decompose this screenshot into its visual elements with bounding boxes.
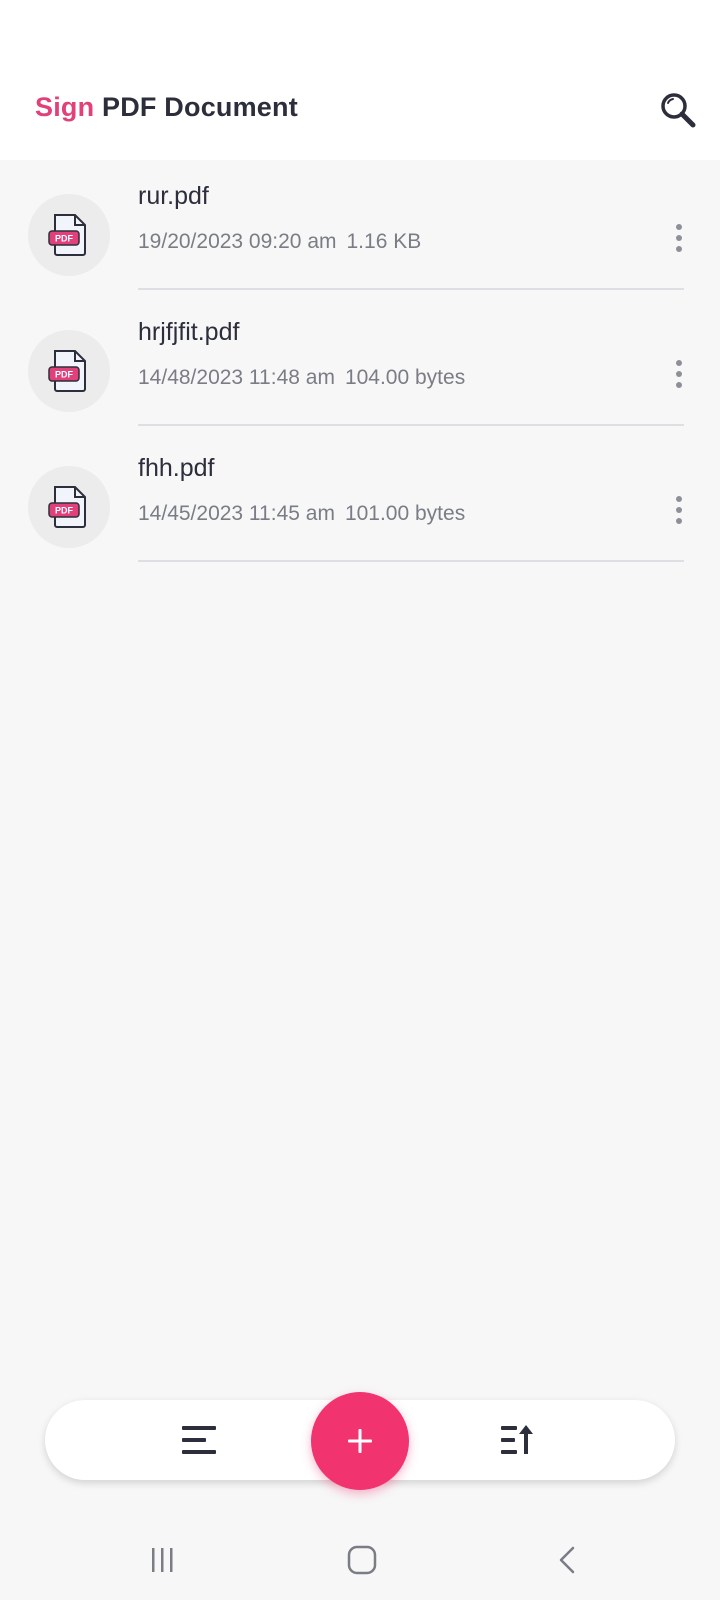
back-icon [559,1546,575,1574]
file-name: fhh.pdf [138,454,215,482]
app-header: Sign PDF Document [0,0,720,160]
more-vert-icon [676,360,682,366]
file-date: 19/20/2023 09:20 am [138,230,337,253]
file-thumbnail: PDF [28,194,110,276]
file-row[interactable]: PDF rur.pdf 19/20/2023 09:20 am 1.16 KB [0,160,720,296]
search-icon [661,93,696,128]
file-date: 14/48/2023 11:48 am [138,366,335,389]
menu-lines-icon [182,1426,216,1454]
divider [138,288,684,290]
file-size: 104.00 bytes [344,366,466,389]
file-name: rur.pdf [138,182,209,210]
file-date: 14/45/2023 11:45 am [138,502,335,525]
search-button[interactable] [656,88,700,132]
app-title-accent: Sign [35,92,95,122]
file-list: PDF rur.pdf 19/20/2023 09:20 am 1.16 KB P… [0,160,720,568]
divider [138,560,684,562]
app-title-rest: PDF Document [94,92,298,122]
file-name: hrjfjfit.pdf [138,318,240,346]
file-row[interactable]: PDF fhh.pdf 14/45/2023 11:45 am 101.00 by… [0,432,720,568]
file-thumbnail: PDF [28,330,110,412]
recent-apps-button[interactable] [142,1540,182,1580]
file-thumbnail: PDF [28,466,110,548]
home-button[interactable] [342,1540,382,1580]
add-document-button[interactable] [311,1392,409,1490]
more-options-button[interactable] [662,354,696,394]
home-icon [347,1545,377,1575]
sort-icon [501,1425,533,1454]
pdf-file-icon: PDF [48,486,86,528]
more-vert-icon [676,224,682,230]
plus-icon [348,1429,372,1453]
file-size: 101.00 bytes [344,502,466,525]
menu-button[interactable] [177,1419,221,1461]
more-vert-icon [676,496,682,502]
file-row[interactable]: PDF hrjfjfit.pdf 14/48/2023 11:48 am 104.… [0,296,720,432]
file-size: 1.16 KB [346,230,422,253]
more-options-button[interactable] [662,218,696,258]
recent-apps-icon [152,1548,173,1572]
divider [138,424,684,426]
file-meta: 14/45/2023 11:45 am 101.00 bytes [138,502,465,526]
pdf-label: PDF [55,506,74,516]
pdf-label: PDF [55,370,74,380]
app-title: Sign PDF Document [35,92,298,123]
back-button[interactable] [548,1540,588,1580]
file-meta: 19/20/2023 09:20 am 1.16 KB [138,230,421,254]
pdf-file-icon: PDF [48,350,86,392]
file-meta: 14/48/2023 11:48 am 104.00 bytes [138,366,465,390]
sort-button[interactable] [496,1419,542,1461]
pdf-file-icon: PDF [48,214,86,256]
more-options-button[interactable] [662,490,696,530]
pdf-label: PDF [55,234,74,244]
